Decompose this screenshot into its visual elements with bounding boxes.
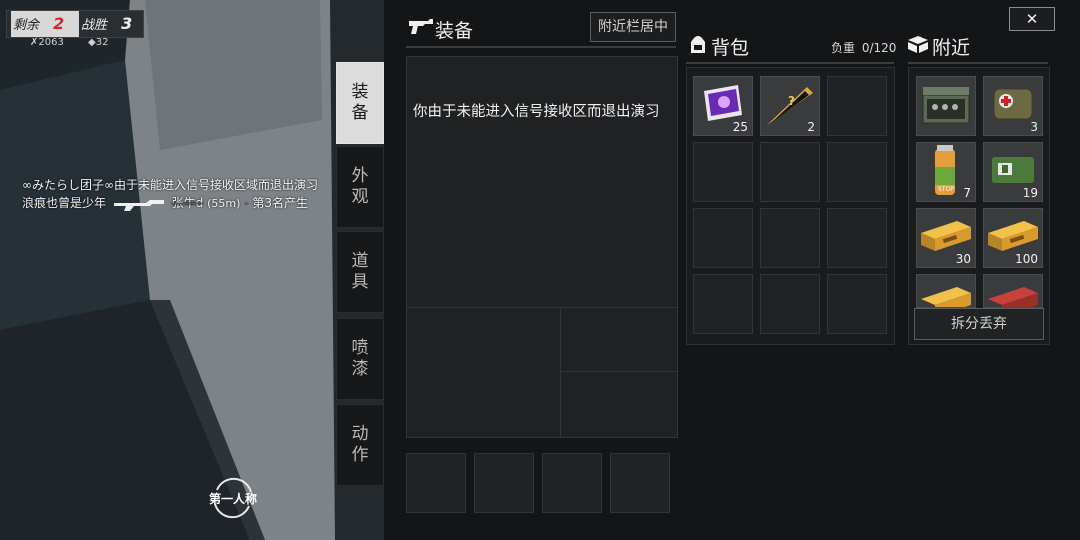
remaining-count: 2 <box>53 14 65 33</box>
equipment-slot[interactable] <box>406 453 466 513</box>
weight-value: 0/120 <box>861 41 897 55</box>
backpack-icon <box>691 36 705 53</box>
nearby-item-supply-crate[interactable] <box>916 76 976 136</box>
backpack-slot[interactable] <box>760 208 820 268</box>
equipment-divider <box>406 46 676 48</box>
tab-spray[interactable]: 喷漆 <box>336 318 384 400</box>
equipment-slot[interactable] <box>542 453 602 513</box>
item-quantity: 7 <box>963 186 971 200</box>
tab-emote[interactable]: 动作 <box>336 404 384 486</box>
ammo-box-icon <box>921 287 971 307</box>
remaining-label: 剩余 <box>13 18 40 33</box>
nearby-item-ammo[interactable]: 30 <box>916 208 976 268</box>
weight-indicator: 负重 0/120 <box>831 39 896 56</box>
svg-text:?: ? <box>788 94 795 108</box>
supply-crate-icon <box>922 87 970 124</box>
backpack-slot[interactable] <box>760 142 820 202</box>
backpack-item-pennant[interactable]: ? 2 <box>760 76 820 136</box>
item-quantity: 2 <box>807 120 815 134</box>
killfeed-line-2: 浪痕也曾是少年 张牛d (55m) - 第3名产生 <box>22 194 308 212</box>
match-status-bar: 剩余 2 战胜 3 <box>6 10 144 38</box>
game-viewport[interactable] <box>0 0 384 540</box>
remaining-panel: 剩余 2 <box>11 11 79 37</box>
backpack-slot[interactable] <box>693 274 753 334</box>
weight-label: 负重 <box>831 41 856 55</box>
exit-message: 你由于未能进入信号接收区而退出演习 <box>413 104 660 120</box>
scenery <box>0 0 384 540</box>
equipment-title: 装备 <box>435 20 474 42</box>
svg-text:STOP: STOP <box>938 186 954 193</box>
backpack-slot[interactable] <box>760 274 820 334</box>
nearby-item-medkit[interactable]: 3 <box>983 76 1043 136</box>
armor-stat: ◆32 <box>88 37 108 48</box>
wins-label: 战胜 <box>81 18 108 33</box>
kill-distance: (55m) <box>207 197 241 210</box>
item-quantity: 19 <box>1022 186 1038 200</box>
backpack-slot[interactable] <box>827 274 887 334</box>
nearby-item-bandage[interactable]: 19 <box>983 142 1043 202</box>
backpack-slot[interactable] <box>693 208 753 268</box>
kills-value: 2063 <box>38 37 64 48</box>
gun-icon <box>409 19 433 34</box>
killer-name: 浪痕也曾是少年 <box>22 196 107 210</box>
backpack-item-photo-card[interactable]: 25 <box>693 76 753 136</box>
backpack-slot[interactable] <box>693 142 753 202</box>
armor-value: 32 <box>95 37 109 48</box>
perspective-label: 第一人称 <box>208 492 257 506</box>
nearby-item-shells[interactable] <box>983 274 1043 308</box>
killfeed-dash: - <box>244 196 249 210</box>
backpack-divider <box>686 62 894 64</box>
shell-box-icon <box>988 287 1038 307</box>
backpack-slot[interactable] <box>827 142 887 202</box>
center-nearby-button[interactable]: 附近栏居中 <box>590 12 676 42</box>
equipment-slot[interactable] <box>474 453 534 513</box>
close-button[interactable]: ✕ <box>1009 7 1055 31</box>
victim-name: 张牛d <box>171 196 204 210</box>
nearby-title: 附近 <box>932 37 971 59</box>
backpack-slot[interactable] <box>827 76 887 136</box>
tab-items[interactable]: 道具 <box>336 231 384 313</box>
item-quantity: 30 <box>955 252 971 266</box>
kills-stat: ✗2063 <box>30 37 64 48</box>
split-discard-button[interactable]: 拆分丢弃 <box>914 308 1044 340</box>
nearby-item-ammo[interactable] <box>916 274 976 308</box>
wins-count: 3 <box>121 14 133 33</box>
killfeed-line-1: ∞みたらし团子∞由于未能进入信号接收区域而退出演习 <box>22 178 318 192</box>
tab-equipment[interactable]: 装备 <box>336 62 384 144</box>
rank-produced: 第3名产生 <box>252 196 309 210</box>
rifle-icon <box>113 199 164 211</box>
box-icon <box>908 36 928 53</box>
item-quantity: 100 <box>1015 252 1038 266</box>
equipment-slot[interactable] <box>610 453 670 513</box>
nearby-divider <box>908 62 1048 64</box>
armor-icon: ◆ <box>88 37 96 48</box>
nearby-item-energy-drink[interactable]: STOP 7 <box>916 142 976 202</box>
backpack-title: 背包 <box>711 37 750 59</box>
item-quantity: 25 <box>732 120 748 134</box>
close-icon: ✕ <box>1025 10 1039 28</box>
item-quantity: 3 <box>1030 120 1038 134</box>
tab-appearance[interactable]: 外观 <box>336 146 384 228</box>
backpack-slot[interactable] <box>827 208 887 268</box>
nearby-item-ammo[interactable]: 100 <box>983 208 1043 268</box>
perspective-toggle-button[interactable]: 第一人称 <box>205 476 261 520</box>
